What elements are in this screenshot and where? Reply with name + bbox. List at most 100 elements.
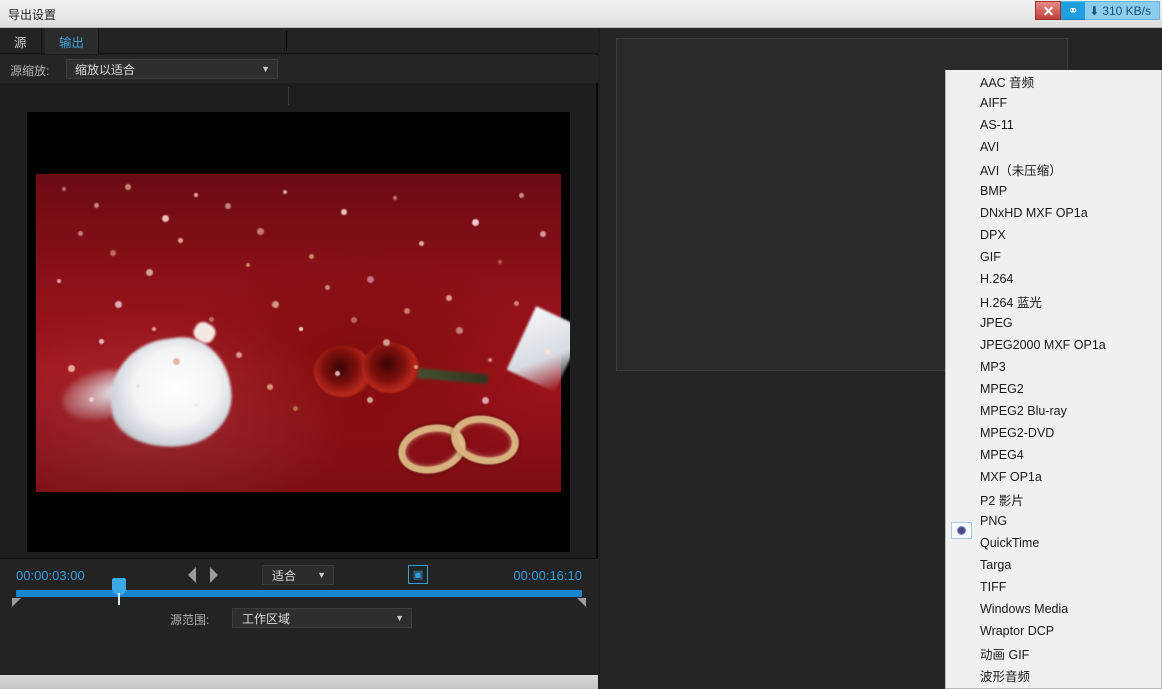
step-forward-icon[interactable]: [210, 567, 226, 583]
format-option-0[interactable]: AAC 音频: [946, 70, 1161, 92]
confetti-heart: [125, 183, 132, 190]
source-scaling-label: 源缩放:: [10, 64, 50, 78]
confetti-heart: [114, 301, 122, 309]
format-dropdown-list[interactable]: AAC 音频 AIFF AS-11 AVI AVI（未压缩） BMP DNxHD MXF O…: [945, 70, 1162, 689]
format-option-24[interactable]: Windows Media: [946, 598, 1161, 620]
confetti-heart: [293, 406, 299, 412]
export-settings-window: 导出设置 ⚭ ⬇ 310 KB/s 源 输出 源缩放: 缩放以适合 ▼ 00:0…: [0, 0, 1162, 689]
export-frame-icon[interactable]: ▣: [408, 565, 428, 584]
confetti-heart: [235, 352, 242, 359]
format-dropdown-items: AAC 音频 AIFF AS-11 AVI AVI（未压缩） BMP DNxHD MXF O…: [946, 70, 1161, 686]
current-timecode[interactable]: 00:00:03:00: [16, 568, 85, 583]
format-option-18[interactable]: MXF OP1a: [946, 466, 1161, 488]
confetti-heart: [151, 326, 156, 331]
format-option-10[interactable]: H.264 蓝光: [946, 290, 1161, 312]
confetti-heart: [540, 231, 546, 238]
confetti-heart: [172, 358, 180, 366]
confetti-heart: [366, 275, 374, 283]
confetti-heart: [256, 228, 264, 236]
source-range-value: 工作区域: [242, 611, 291, 626]
dropdown-top-nub: [947, 140, 1161, 142]
format-option-9[interactable]: H.264: [946, 268, 1161, 290]
confetti-heart: [324, 285, 330, 291]
format-option-15[interactable]: MPEG2 Blu-ray: [946, 400, 1161, 422]
confetti-heart: [403, 307, 410, 314]
confetti-heart: [99, 339, 104, 345]
rose-shape: [361, 342, 420, 394]
source-range-select[interactable]: 工作区域 ▼: [232, 608, 412, 628]
download-arrow-icon: ⬇: [1089, 3, 1100, 18]
rose-stem-shape: [413, 367, 488, 384]
confetti-heart: [193, 193, 198, 198]
confetti-heart: [340, 208, 347, 215]
format-option-7[interactable]: DPX: [946, 224, 1161, 246]
download-speed-value: 310 KB/s: [1102, 3, 1151, 18]
format-option-19[interactable]: P2 影片: [946, 488, 1161, 510]
confetti-heart: [393, 196, 397, 201]
confetti-heart: [498, 259, 502, 264]
confetti-heart: [513, 301, 519, 307]
confetti-heart: [88, 396, 94, 402]
format-option-27[interactable]: 波形音频: [946, 664, 1161, 686]
format-option-2[interactable]: AS-11: [946, 114, 1161, 136]
confetti-heart: [246, 263, 250, 268]
confetti-heart: [414, 364, 418, 369]
format-option-1[interactable]: AIFF: [946, 92, 1161, 114]
confetti-heart: [482, 396, 490, 404]
confetti-heart: [193, 402, 198, 407]
format-option-22[interactable]: Targa: [946, 554, 1161, 576]
confetti-heart: [67, 364, 75, 372]
video-preview[interactable]: [27, 112, 570, 552]
playhead-line: [118, 593, 120, 605]
format-option-16[interactable]: MPEG2-DVD: [946, 422, 1161, 444]
preview-tabstrip: 源 输出: [0, 28, 598, 54]
in-point-handle[interactable]: [12, 598, 21, 607]
confetti-heart: [57, 278, 61, 283]
format-option-11[interactable]: JPEG: [946, 312, 1161, 334]
confetti-heart: [93, 202, 99, 208]
thunder-download-icon[interactable]: ⚭: [1061, 1, 1086, 20]
format-option-13[interactable]: MP3: [946, 356, 1161, 378]
format-option-4[interactable]: AVI（未压缩）: [946, 158, 1161, 180]
source-scaling-select[interactable]: 缩放以适合 ▼: [66, 59, 278, 79]
format-option-12[interactable]: JPEG2000 MXF OP1a: [946, 334, 1161, 356]
tabstrip-divider: [286, 31, 287, 51]
confetti-heart: [109, 250, 116, 257]
confetti-heart: [445, 294, 452, 301]
confetti-heart: [487, 358, 492, 363]
confetti-heart: [146, 269, 154, 277]
confetti-heart: [351, 317, 357, 324]
confetti-heart: [162, 215, 169, 223]
source-scaling-value: 缩放以适合: [75, 62, 136, 77]
format-option-6[interactable]: DNxHD MXF OP1a: [946, 202, 1161, 224]
total-timecode[interactable]: 00:00:16:10: [513, 568, 582, 583]
chevron-down-icon: ▼: [261, 64, 270, 74]
format-option-26[interactable]: 动画 GIF: [946, 642, 1161, 664]
confetti-heart: [225, 202, 231, 209]
format-option-14[interactable]: MPEG2: [946, 378, 1161, 400]
format-option-21[interactable]: QuickTime: [946, 532, 1161, 554]
selected-format-radio[interactable]: [951, 522, 972, 539]
confetti-heart: [267, 383, 273, 390]
tab-output[interactable]: 输出: [45, 28, 100, 54]
timeline-track[interactable]: [16, 590, 582, 597]
dove-shape: [102, 331, 238, 456]
out-point-handle[interactable]: [577, 598, 586, 607]
confetti-heart: [177, 237, 183, 243]
zoom-level-value: 适合: [272, 568, 297, 583]
download-manager-widget[interactable]: ⚭ ⬇ 310 KB/s: [1035, 1, 1160, 20]
format-option-23[interactable]: TIFF: [946, 576, 1161, 598]
download-speed-badge[interactable]: ⬇ 310 KB/s: [1085, 1, 1160, 20]
confetti-heart: [309, 253, 314, 259]
close-icon[interactable]: [1035, 1, 1062, 20]
format-option-8[interactable]: GIF: [946, 246, 1161, 268]
confetti-heart: [272, 301, 280, 309]
tab-source[interactable]: 源: [0, 28, 42, 54]
zoom-level-select[interactable]: 适合 ▼: [262, 565, 334, 585]
format-option-25[interactable]: Wraptor DCP: [946, 620, 1161, 642]
step-back-icon[interactable]: [188, 567, 204, 583]
format-option-17[interactable]: MPEG4: [946, 444, 1161, 466]
format-option-5[interactable]: BMP: [946, 180, 1161, 202]
format-option-20[interactable]: PNG: [946, 510, 1161, 532]
confetti-heart: [298, 326, 303, 331]
